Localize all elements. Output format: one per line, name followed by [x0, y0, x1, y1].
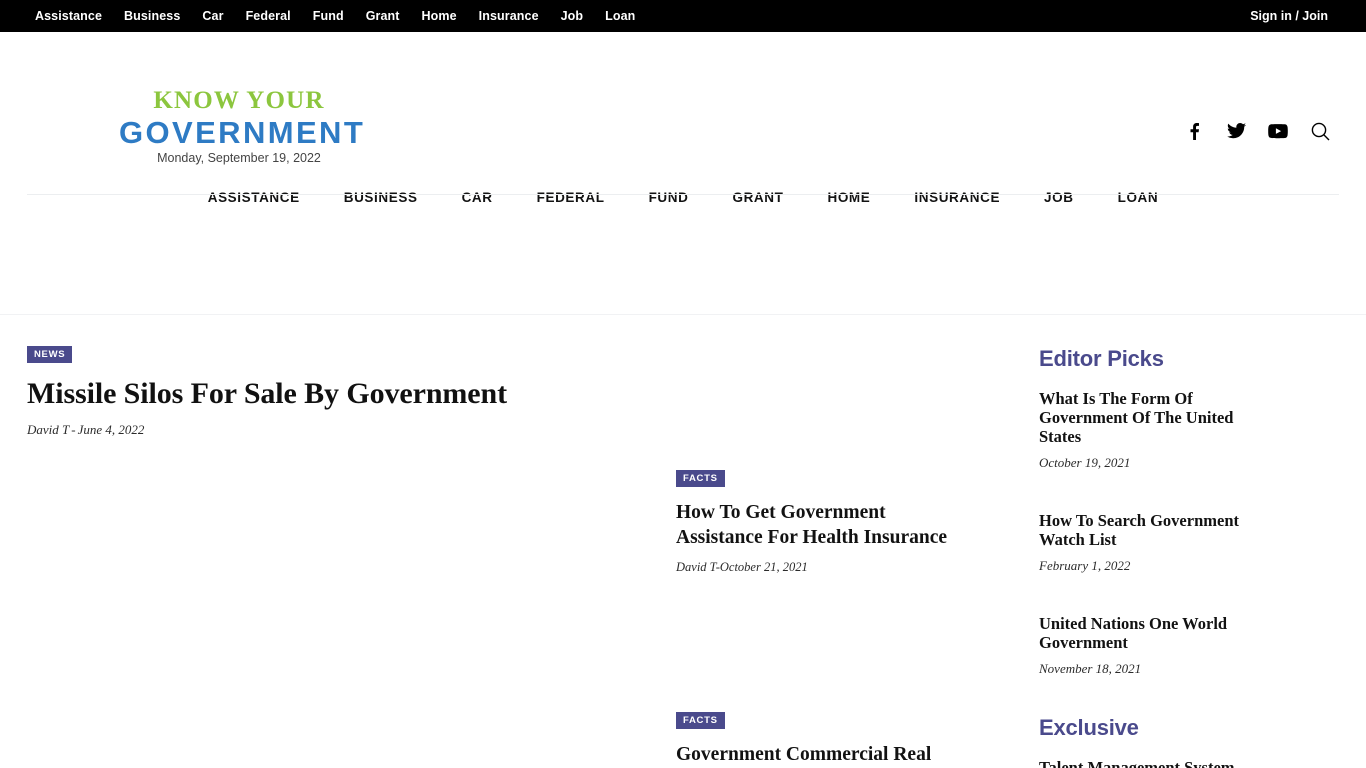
sidebar-item-title[interactable]: What Is The Form Of Government Of The Un…	[1039, 389, 1271, 446]
logo-line-know-your: KNOW YOUR	[153, 87, 325, 114]
site-logo[interactable]: KNOW YOUR GOVERNMENT Monday, September 1…	[119, 87, 366, 166]
sidebar-list-item: What Is The Form Of Government Of The Un…	[1039, 389, 1338, 471]
masthead-divider	[27, 194, 1339, 195]
article-title[interactable]: How To Get Government Assistance For Hea…	[676, 500, 976, 550]
exclusive-heading: Exclusive	[1039, 715, 1139, 740]
topbar-link-business[interactable]: Business	[113, 0, 191, 32]
below-nav-spacer	[0, 231, 1366, 314]
sidebar-item-title[interactable]: How To Search Government Watch List	[1039, 511, 1271, 549]
sign-in-join-link[interactable]: Sign in / Join	[1250, 9, 1342, 23]
article-author[interactable]: David T	[676, 560, 716, 574]
search-icon[interactable]	[1310, 120, 1330, 142]
lead-article-author[interactable]: David T	[27, 422, 69, 437]
twitter-icon[interactable]	[1226, 120, 1246, 142]
site-masthead: KNOW YOUR GOVERNMENT Monday, September 1…	[0, 32, 1366, 195]
primary-navigation: ASSISTANCE BUSINESS CAR FEDERAL FUND GRA…	[0, 163, 1366, 231]
topbar-link-grant[interactable]: Grant	[355, 0, 411, 32]
lead-article-category-badge[interactable]: NEWS	[27, 346, 73, 363]
topbar-link-home[interactable]: Home	[411, 0, 468, 32]
topbar-link-fund[interactable]: Fund	[302, 0, 355, 32]
editor-picks-section: Editor Picks What Is The Form Of Governm…	[1039, 346, 1338, 677]
topbar-link-job[interactable]: Job	[550, 0, 595, 32]
article-card-health-insurance: FACTS How To Get Government Assistance F…	[676, 470, 1006, 575]
logo-line-government: GOVERNMENT	[119, 115, 366, 150]
youtube-icon[interactable]	[1268, 120, 1288, 142]
article-category-badge[interactable]: FACTS	[676, 470, 725, 487]
editor-picks-heading: Editor Picks	[1039, 346, 1164, 371]
top-category-nav: Assistance Business Car Federal Fund Gra…	[24, 0, 646, 32]
article-category-badge[interactable]: FACTS	[676, 712, 725, 729]
sidebar-item-date: November 18, 2021	[1039, 661, 1142, 676]
article-date: October 21, 2021	[719, 560, 808, 574]
nav-item-business[interactable]: BUSINESS	[322, 190, 440, 205]
nav-item-home[interactable]: HOME	[805, 190, 892, 205]
lead-article-column: NEWS Missile Silos For Sale By Governmen…	[0, 346, 676, 768]
sidebar-list-item: United Nations One World Government Nove…	[1039, 614, 1338, 677]
sidebar-item-title[interactable]: Talent Management System Federal Governm…	[1039, 758, 1271, 768]
sidebar-item-date: February 1, 2022	[1039, 558, 1131, 573]
lead-article-title[interactable]: Missile Silos For Sale By Government	[27, 376, 658, 412]
nav-item-job[interactable]: JOB	[1022, 190, 1096, 205]
masthead-icon-group	[1184, 120, 1330, 142]
lead-article-date: June 4, 2022	[77, 422, 145, 437]
nav-item-loan[interactable]: LOAN	[1096, 190, 1181, 205]
nav-item-insurance[interactable]: INSURANCE	[892, 190, 1022, 205]
nav-item-grant[interactable]: GRANT	[710, 190, 805, 205]
facebook-icon[interactable]	[1184, 120, 1204, 142]
nav-item-fund[interactable]: FUND	[627, 190, 711, 205]
topbar-link-car[interactable]: Car	[191, 0, 234, 32]
top-utility-bar: Assistance Business Car Federal Fund Gra…	[0, 0, 1366, 32]
sidebar-item-title[interactable]: United Nations One World Government	[1039, 614, 1271, 652]
content-area: NEWS Missile Silos For Sale By Governmen…	[0, 315, 1366, 768]
lead-article-byline: David T - June 4, 2022	[27, 422, 658, 438]
article-byline: David T-October 21, 2021	[676, 560, 1006, 575]
article-card-commercial-real-estate: FACTS Government Commercial Real	[676, 712, 1006, 767]
article-title[interactable]: Government Commercial Real	[676, 742, 976, 767]
nav-item-assistance[interactable]: ASSISTANCE	[186, 190, 322, 205]
sidebar: Editor Picks What Is The Form Of Governm…	[1006, 346, 1338, 768]
nav-item-car[interactable]: CAR	[440, 190, 515, 205]
topbar-link-loan[interactable]: Loan	[594, 0, 646, 32]
sidebar-item-date: October 19, 2021	[1039, 455, 1131, 470]
topbar-link-insurance[interactable]: Insurance	[468, 0, 550, 32]
exclusive-section: Exclusive Talent Management System Feder…	[1039, 715, 1338, 768]
sidebar-list-item: How To Search Government Watch List Febr…	[1039, 511, 1338, 574]
byline-separator: -	[71, 422, 76, 437]
nav-item-federal[interactable]: FEDERAL	[515, 190, 627, 205]
sidebar-list-item: Talent Management System Federal Governm…	[1039, 758, 1338, 768]
topbar-link-assistance[interactable]: Assistance	[24, 0, 113, 32]
current-date: Monday, September 19, 2022	[157, 151, 321, 165]
topbar-link-federal[interactable]: Federal	[235, 0, 302, 32]
secondary-article-column: FACTS How To Get Government Assistance F…	[676, 346, 1006, 768]
